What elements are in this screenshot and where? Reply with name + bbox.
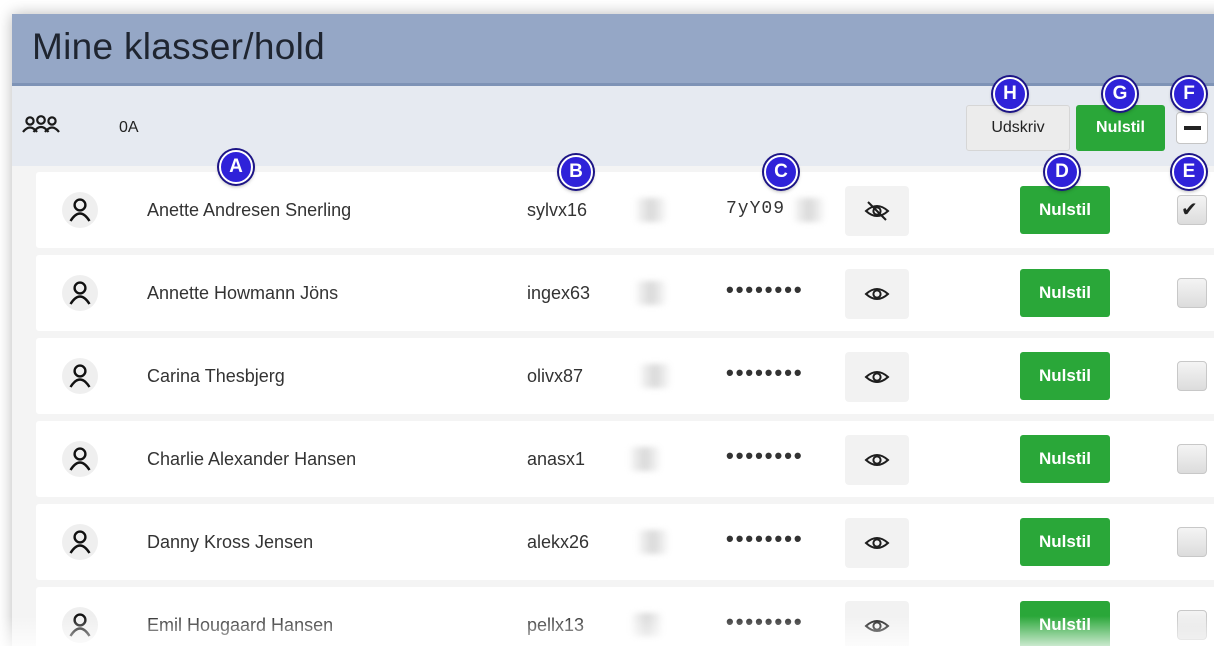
class-header[interactable]: 0A Udskriv Nulstil [12,86,1214,166]
select-student-checkbox[interactable] [1177,361,1207,391]
group-icon [18,106,64,146]
reset-password-button[interactable]: Nulstil [1020,269,1110,317]
student-username: alekx26 [527,532,590,552]
user-icon [62,275,98,311]
select-student-checkbox[interactable] [1177,444,1207,474]
password-redaction [794,198,824,222]
marker-e: E [1172,155,1206,189]
print-button[interactable]: Udskriv [966,105,1070,151]
student-password: •••••••• [726,360,804,385]
student-name: Danny Kross Jensen [147,532,314,552]
username-redaction [640,364,670,388]
marker-c: C [764,155,798,189]
student-row: Carina Thesbjerg olivx87 •••••••• Nulstil [36,338,1214,414]
page: Mine klasser/hold 0A Udskriv Nulstil Ane… [0,0,1214,646]
student-row: Annette Howmann Jöns ingex63 •••••••• Nulst… [36,255,1214,331]
student-password: 7yY09 [726,199,786,219]
username-redaction [636,281,666,305]
title-bar: Mine klasser/hold [12,14,1214,86]
student-username: olivx87 [527,366,584,386]
marker-a: A [219,150,253,184]
student-password: •••••••• [726,443,804,468]
student-row: Danny Kross Jensen alekx26 •••••••• Nulstil [36,504,1214,580]
reset-password-button[interactable]: Nulstil [1020,186,1110,234]
user-icon [62,524,98,560]
select-student-checkbox[interactable] [1177,527,1207,557]
student-username: pellx13 [527,615,585,635]
student-row: Charlie Alexander Hansen anasx1 •••••••• Nu… [36,421,1214,497]
marker-h: H [993,77,1027,111]
select-student-checkbox[interactable] [1177,610,1207,640]
select-student-checkbox[interactable]: ✔ [1177,195,1207,225]
reset-password-button[interactable]: Nulstil [1020,352,1110,400]
select-student-checkbox[interactable] [1177,278,1207,308]
student-username: sylvx16 [527,200,588,220]
toggle-password-button[interactable] [845,435,909,485]
marker-f: F [1172,77,1206,111]
student-name: Carina Thesbjerg [147,366,285,386]
user-icon [62,358,98,394]
marker-b: B [559,155,593,189]
student-name: Annette Howmann Jöns [147,283,339,303]
reset-password-button[interactable]: Nulstil [1020,601,1110,646]
student-name: Charlie Alexander Hansen [147,449,357,469]
user-icon [62,607,98,643]
username-redaction [638,530,668,554]
toggle-password-button[interactable] [845,269,909,319]
marker-d: D [1045,155,1079,189]
username-redaction [636,198,666,222]
minus-icon [1184,126,1201,130]
toggle-all-checkbox[interactable] [1176,112,1208,144]
username-redaction [630,447,660,471]
student-password: •••••••• [726,277,804,302]
username-redaction [632,613,662,637]
checkmark-icon: ✔ [1181,199,1198,221]
student-name: Emil Hougaard Hansen [147,615,334,635]
class-name[interactable]: 0A [119,119,139,137]
student-username: anasx1 [527,449,586,469]
user-icon [62,441,98,477]
student-username: ingex63 [527,283,591,303]
page-title: Mine klasser/hold [32,26,326,67]
user-icon [62,192,98,228]
student-row: Anette Andresen Snerling sylvx16 7yY09 Nuls… [36,172,1214,248]
student-password: •••••••• [726,609,804,634]
student-name: Anette Andresen Snerling [147,200,352,220]
toggle-password-button[interactable] [845,352,909,402]
toggle-password-button[interactable] [845,186,909,236]
student-password: •••••••• [726,526,804,551]
student-row: Emil Hougaard Hansen pellx13 •••••••• Nulst… [36,587,1214,646]
reset-password-button[interactable]: Nulstil [1020,435,1110,483]
reset-all-button[interactable]: Nulstil [1076,105,1165,151]
reset-password-button[interactable]: Nulstil [1020,518,1110,566]
marker-g: G [1103,77,1137,111]
toggle-password-button[interactable] [845,601,909,646]
toggle-password-button[interactable] [845,518,909,568]
